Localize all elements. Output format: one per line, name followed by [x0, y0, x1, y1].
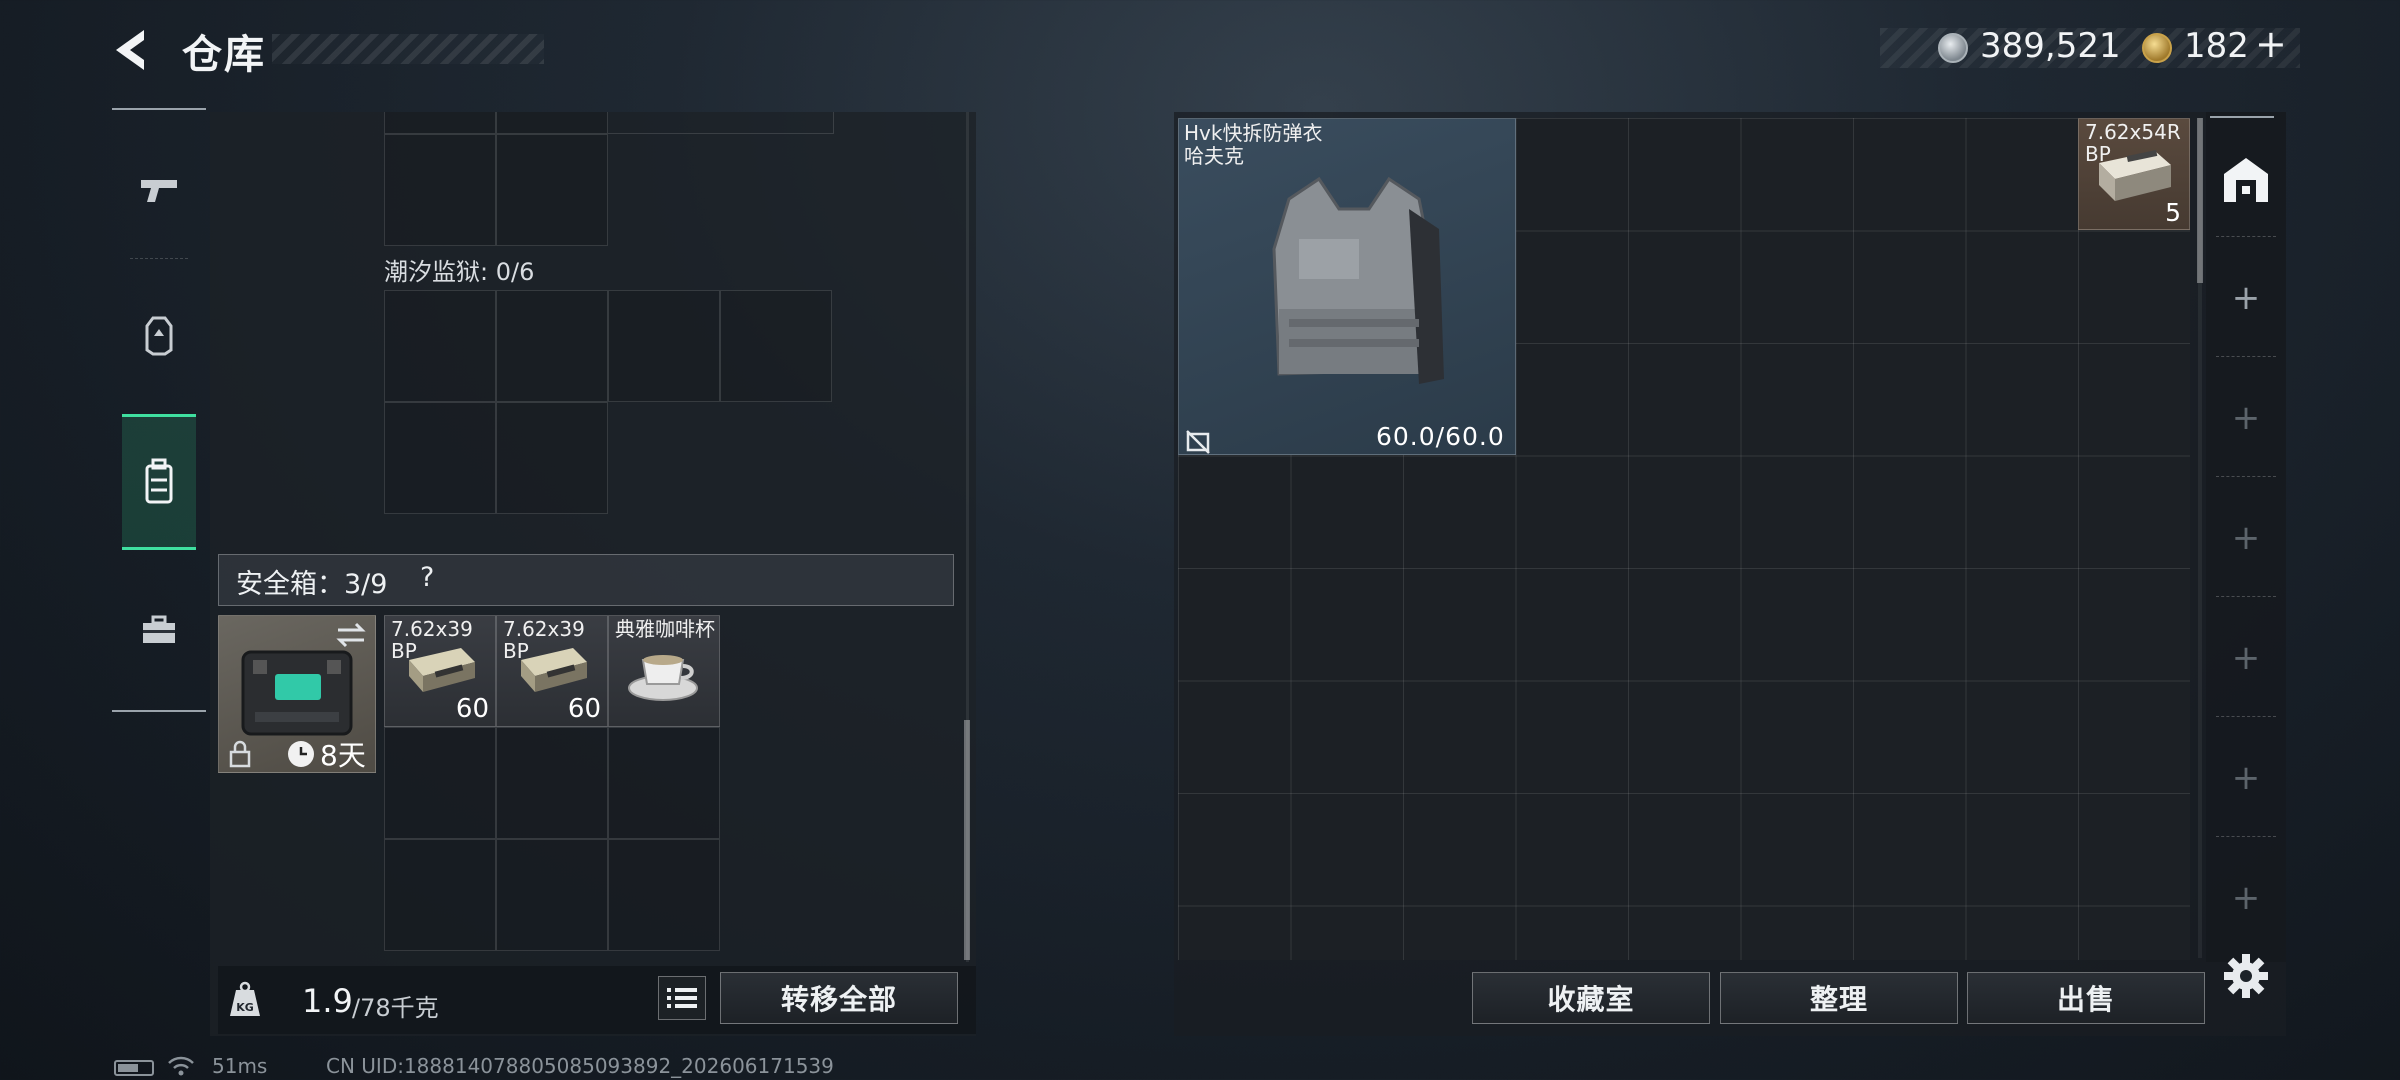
rail-tab-armor[interactable] [122, 276, 196, 396]
svg-text:KG: KG [236, 1001, 254, 1014]
add-stash-tab-button[interactable]: + [2210, 238, 2282, 358]
grid-slot[interactable] [496, 112, 608, 134]
page-title: 仓库 [182, 32, 266, 78]
safebox-timer-text: 8天 [320, 739, 366, 772]
gear-icon [2224, 954, 2268, 998]
grid-slot[interactable] [496, 402, 608, 514]
settings-button[interactable] [2222, 952, 2270, 1004]
locked-stash-tab[interactable]: + [2210, 838, 2282, 958]
grid-slot[interactable] [384, 112, 496, 134]
clock-icon [288, 741, 314, 767]
back-button[interactable] [108, 24, 160, 76]
sort-button[interactable]: 整理 [1720, 972, 1958, 1024]
rail-top-divider [112, 108, 206, 110]
stash-tab-separator [2216, 716, 2276, 717]
stash-tab-separator [2216, 836, 2276, 837]
grid-slot[interactable] [608, 290, 720, 402]
stash-scrollbar-thumb[interactable] [2197, 118, 2203, 283]
safebox-help-button[interactable]: ? [420, 562, 434, 593]
list-view-button[interactable] [658, 976, 706, 1020]
battery-level [118, 1064, 138, 1072]
locked-stash-tab[interactable]: + [2210, 478, 2282, 598]
rail-bottom-divider [112, 710, 206, 712]
stash-tab-separator [2216, 356, 2276, 357]
loadout-scrollbar-thumb[interactable] [964, 720, 970, 960]
item-name: 7.62x39 BP [391, 617, 473, 663]
silver-coin-icon [1938, 33, 1968, 63]
rail-tab-gear[interactable] [122, 414, 196, 550]
backpack-icon [145, 458, 173, 504]
armor-vest-item[interactable] [1178, 118, 1516, 455]
locked-stash-tab[interactable]: + [2210, 358, 2282, 478]
grid-slot[interactable] [384, 402, 496, 514]
grid-slot[interactable] [384, 134, 496, 246]
ammo-item[interactable]: 7.62x39 BP 60 [384, 615, 496, 727]
coffee-cup-item[interactable]: 典雅咖啡杯 [608, 615, 720, 727]
rail-separator [130, 258, 188, 259]
ammo-count: 5 [2165, 198, 2181, 227]
stash-tab-separator [2216, 236, 2276, 237]
grid-slot[interactable] [608, 839, 720, 951]
network-ping: 51ms [212, 1054, 268, 1078]
title-stripe-decoration [272, 34, 544, 64]
safebox-capacity-label: 安全箱：3/9 [236, 569, 388, 600]
item-count: 60 [455, 694, 489, 724]
swap-icon[interactable] [334, 620, 368, 650]
vest-durability: 60.0/60.0 [1376, 422, 1505, 451]
grid-slot[interactable] [608, 727, 720, 839]
transfer-all-button[interactable]: 转移全部 [720, 972, 958, 1024]
grid-slot[interactable] [720, 290, 832, 402]
player-uid: CN UID:188814078805085093892_20260617153… [326, 1054, 834, 1078]
ammo-name: 7.62x54R BP [2085, 120, 2181, 166]
weight-max: /78千克 [352, 994, 439, 1022]
gold-currency-amount: 182 [2184, 26, 2249, 66]
vest-name: Hvk快拆防弹衣 哈夫克 [1184, 121, 1323, 168]
back-arrow-icon [116, 30, 144, 70]
grid-slot[interactable] [496, 839, 608, 951]
ammo-item[interactable]: 7.62x54R BP 5 [2078, 118, 2190, 230]
stash-tab-main[interactable] [2210, 120, 2282, 240]
warehouse-icon [2224, 158, 2268, 202]
toolbox-icon [143, 615, 175, 643]
grid-slot[interactable] [384, 290, 496, 402]
lock-icon [228, 740, 252, 772]
collection-room-button[interactable]: 收藏室 [1472, 972, 1710, 1024]
no-insurance-icon [1184, 428, 1212, 460]
grid-slot[interactable] [496, 134, 608, 246]
silver-currency-amount: 389,521 [1980, 26, 2121, 66]
item-name: 7.62x39 BP [503, 617, 585, 663]
rail-tab-tools[interactable] [122, 570, 196, 690]
helmet-icon [145, 316, 173, 356]
wifi-icon [166, 1054, 196, 1080]
weight-kg-icon: KG [228, 980, 262, 1024]
grid-slot[interactable] [384, 727, 496, 839]
weight-current: 1.9 [302, 982, 353, 1020]
item-count: 60 [567, 694, 601, 724]
stash-tab-divider [2210, 116, 2274, 118]
gold-coin-icon [2142, 33, 2172, 63]
grid-slot[interactable] [496, 290, 608, 402]
locked-stash-tab[interactable]: + [2210, 718, 2282, 838]
grid-slot[interactable] [384, 839, 496, 951]
grid-slot[interactable] [496, 727, 608, 839]
item-name: 典雅咖啡杯 [615, 617, 715, 641]
ammo-item[interactable]: 7.62x39 BP 60 [496, 615, 608, 727]
list-icon [667, 988, 697, 1008]
sell-button[interactable]: 出售 [1967, 972, 2205, 1024]
armor-vest-icon [1272, 176, 1444, 384]
rail-tab-weapons[interactable] [122, 130, 196, 250]
add-currency-button[interactable]: + [2255, 22, 2287, 66]
grid-slot[interactable] [608, 112, 834, 134]
container-capacity-label: 潮汐监狱: 0/6 [384, 258, 535, 286]
stash-tab-separator [2216, 596, 2276, 597]
coffee-cup-icon [628, 655, 698, 701]
locked-stash-tab[interactable]: + [2210, 598, 2282, 718]
stash-tab-separator [2216, 476, 2276, 477]
pistol-icon [141, 180, 177, 202]
